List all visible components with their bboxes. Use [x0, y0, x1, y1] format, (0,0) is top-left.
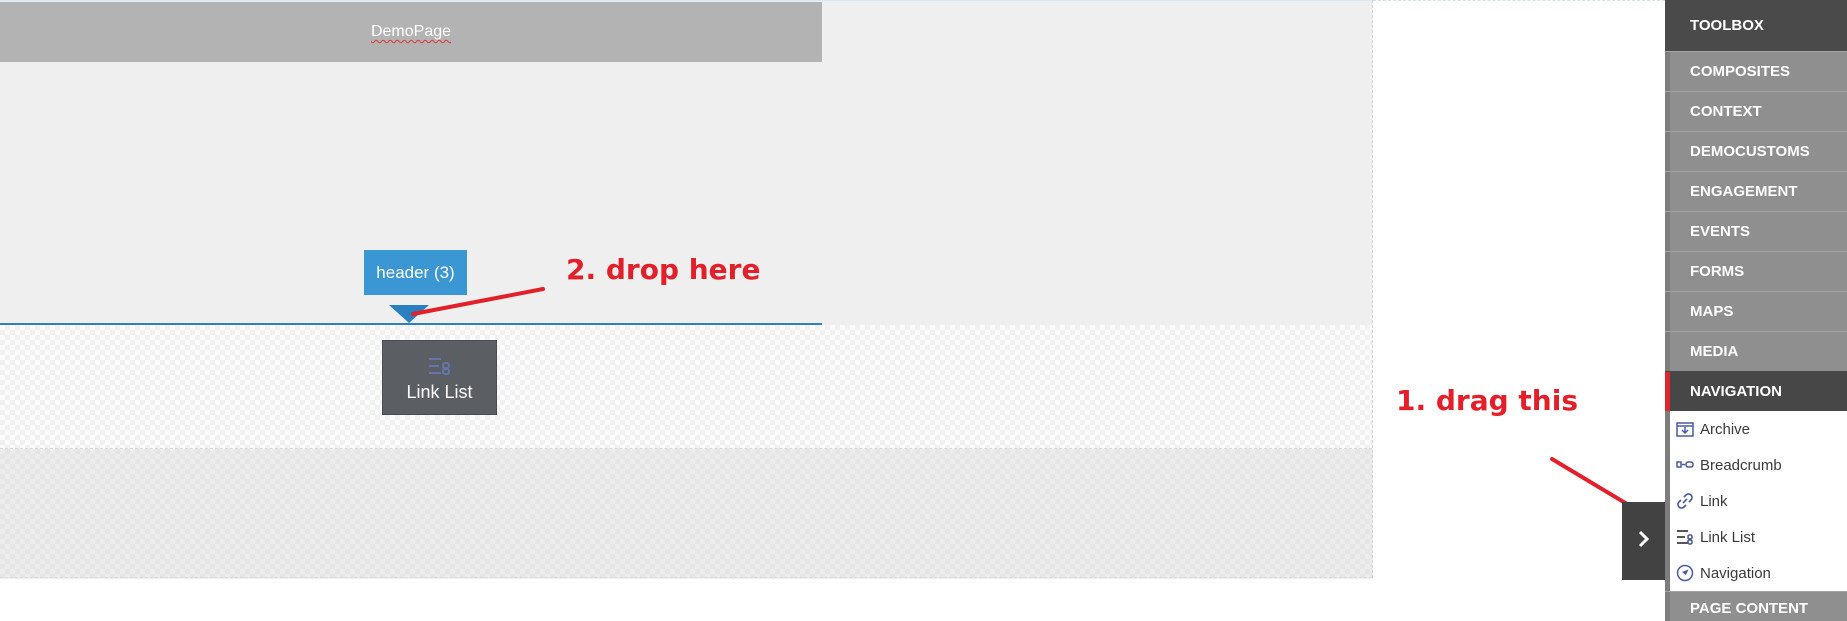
toolbox-collapse-button[interactable] [1622, 502, 1665, 580]
navigation-items: Archive Breadcrumb Link Link List Naviga… [1665, 411, 1847, 591]
toolbox-item-label: Navigation [1700, 564, 1771, 582]
category-label: MEDIA [1690, 343, 1739, 360]
drop-indicator-line [0, 323, 822, 325]
category-context[interactable]: CONTEXT [1665, 91, 1847, 131]
placeholder-row[interactable] [0, 449, 1372, 578]
toolbox-item-link-list[interactable]: Link List [1670, 519, 1847, 555]
category-label: EVENTS [1690, 223, 1751, 240]
toolbox-panel: TOOLBOX COMPOSITES CONTEXT DEMOCUSTOMS E… [1665, 0, 1847, 621]
drag-ghost-label: Link List [406, 382, 473, 402]
top-divider [1373, 0, 1665, 1]
category-label: ENGAGEMENT [1690, 183, 1798, 200]
category-label: DEMOCUSTOMS [1690, 143, 1810, 160]
category-media[interactable]: MEDIA [1665, 331, 1847, 371]
category-label: FORMS [1690, 263, 1745, 280]
annotation-drop-here: 2. drop here [566, 253, 761, 286]
category-composites[interactable]: COMPOSITES [1665, 51, 1847, 91]
placeholder-tag[interactable]: header (3) [364, 250, 467, 295]
canvas-border [1372, 0, 1373, 578]
toolbox-item-label: Archive [1700, 420, 1751, 438]
category-engagement[interactable]: ENGAGEMENT [1665, 171, 1847, 211]
placeholder-tag-label: header (3) [376, 262, 455, 282]
category-label: MAPS [1690, 303, 1734, 320]
page-header-bar[interactable]: DemoPage [0, 2, 822, 62]
toolbox-item-label: Link List [1700, 528, 1756, 546]
chevron-right-icon [1637, 530, 1651, 553]
category-page-content[interactable]: PAGE CONTENT [1665, 591, 1847, 621]
link-list-icon [425, 354, 455, 380]
toolbox-item-navigation[interactable]: Navigation [1670, 555, 1847, 591]
category-label: NAVIGATION [1690, 383, 1782, 400]
drop-zone-row[interactable] [0, 325, 1372, 449]
toolbox-item-link[interactable]: Link [1670, 483, 1847, 519]
link-icon [1676, 492, 1694, 510]
category-navigation[interactable]: NAVIGATION [1665, 371, 1847, 411]
toolbox-item-label: Breadcrumb [1700, 456, 1782, 474]
toolbox-item-label: Link [1700, 492, 1728, 510]
breadcrumb-icon [1676, 456, 1694, 474]
toolbox-title: TOOLBOX [1665, 0, 1847, 51]
category-democustoms[interactable]: DEMOCUSTOMS [1665, 131, 1847, 171]
toolbox-item-breadcrumb[interactable]: Breadcrumb [1670, 447, 1847, 483]
category-maps[interactable]: MAPS [1665, 291, 1847, 331]
navigation-icon [1676, 564, 1694, 582]
category-label: CONTEXT [1690, 103, 1762, 120]
drag-ghost[interactable]: Link List [382, 340, 497, 415]
category-label: PAGE CONTENT [1690, 600, 1809, 617]
category-forms[interactable]: FORMS [1665, 251, 1847, 291]
page-title: DemoPage [370, 23, 452, 40]
category-events[interactable]: EVENTS [1665, 211, 1847, 251]
toolbox-item-archive[interactable]: Archive [1670, 411, 1847, 447]
link-list-icon [1676, 528, 1694, 546]
placeholder-tag-arrow [389, 305, 429, 323]
annotation-drag-this: 1. drag this [1396, 384, 1578, 417]
category-label: COMPOSITES [1690, 63, 1791, 80]
archive-icon [1676, 420, 1694, 438]
